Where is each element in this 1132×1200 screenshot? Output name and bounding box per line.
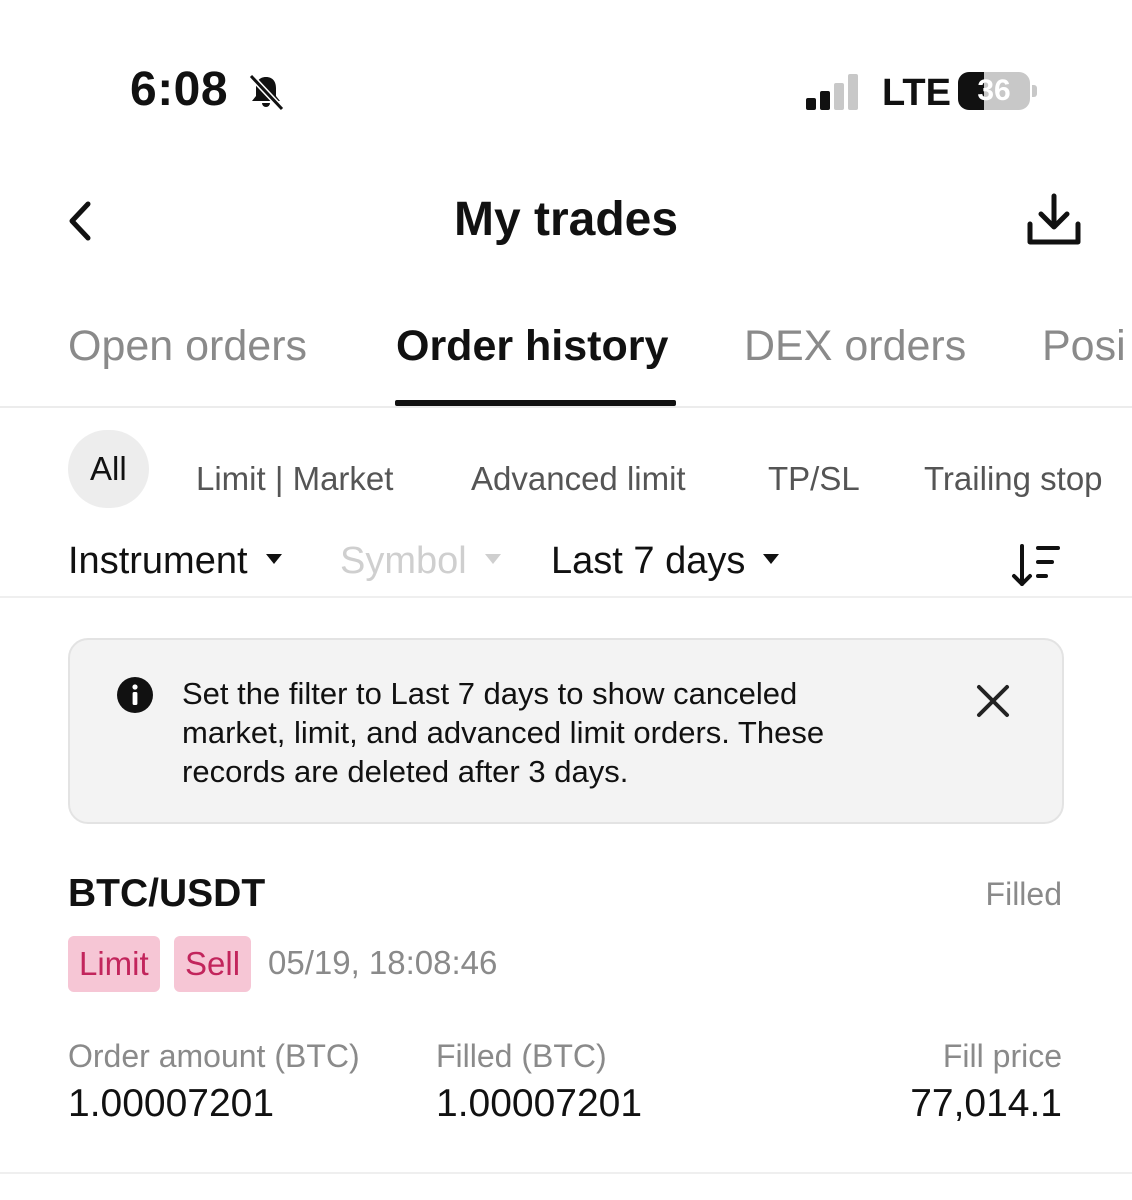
tab-bar: Open orders Order history DEX orders Pos… [0,300,1132,408]
chip-tp-sl[interactable]: TP/SL [768,448,860,510]
period-filter[interactable]: Last 7 days [551,540,780,583]
battery-icon: 36 [958,72,1038,110]
tab-dex-orders[interactable]: DEX orders [744,322,966,371]
network-type: LTE [882,72,951,114]
caret-down-icon [265,553,282,564]
signal-icon [806,74,858,110]
order-timestamp: 05/19, 18:08:46 [268,944,498,981]
fill-price-label: Fill price [942,1038,1062,1074]
download-icon[interactable] [1024,192,1084,248]
symbol-filter-label: Symbol [340,540,467,582]
active-tab-indicator [395,400,676,406]
symbol-filter: Symbol [340,540,501,583]
chip-trailing-stop[interactable]: Trailing stop [924,448,1103,510]
filled-label: Filled (BTC) [436,1038,607,1074]
order-pair: BTC/USDT [68,872,266,915]
order-type-tag: Limit [68,936,160,992]
chip-trailing-stop-clip: Trailing stop [924,448,1108,510]
battery-percent: 36 [977,74,1011,107]
banner-message: Set the filter to Last 7 days to show ca… [182,676,825,789]
tab-positions[interactable]: Posi [1042,322,1126,371]
tab-open-orders[interactable]: Open orders [68,322,307,371]
bell-slash-icon [248,73,285,112]
tab-order-history[interactable]: Order history [396,322,668,371]
instrument-filter[interactable]: Instrument [68,540,282,583]
chip-limit-market[interactable]: Limit | Market [196,448,393,510]
divider [0,596,1132,598]
chip-all[interactable]: All [68,430,149,508]
info-banner: Set the filter to Last 7 days to show ca… [68,638,1064,824]
order-amount-value: 1.00007201 [68,1082,275,1125]
caret-down-icon [763,553,780,564]
divider [0,1172,1132,1174]
status-time: 6:08 [130,63,229,116]
page-title: My trades [453,193,679,246]
filled-value: 1.00007201 [436,1082,643,1125]
sort-descending-icon[interactable] [1010,540,1062,590]
order-side-tag: Sell [174,936,252,992]
info-icon [117,677,153,713]
chip-advanced-limit[interactable]: Advanced limit [471,448,686,510]
order-amount-label: Order amount (BTC) [68,1038,360,1074]
order-status: Filled [985,876,1062,912]
close-icon[interactable] [974,682,1012,720]
status-bar: 6:08 LTE 36 [0,0,1132,150]
fill-price-value: 77,014.1 [910,1082,1062,1125]
caret-down-icon [484,553,501,564]
period-filter-label: Last 7 days [551,540,746,582]
instrument-filter-label: Instrument [68,540,248,582]
